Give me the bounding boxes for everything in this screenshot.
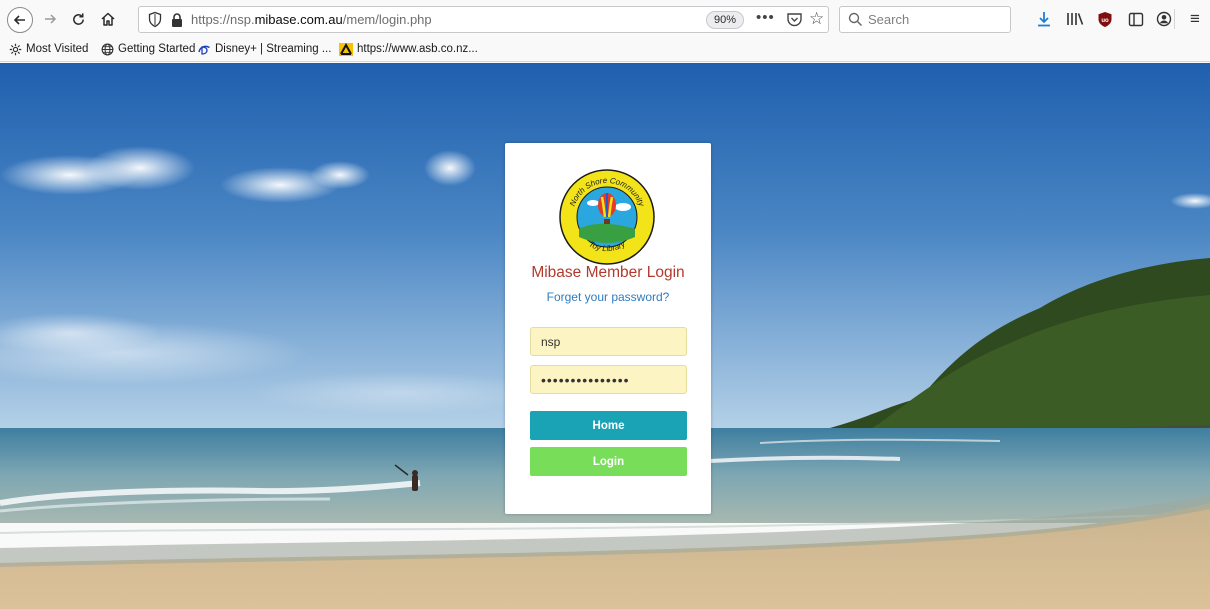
bookmark-asb[interactable]: https://www.asb.co.nz...: [339, 42, 478, 56]
forgot-password-link[interactable]: Forget your password?: [505, 290, 711, 304]
home-button[interactable]: Home: [530, 411, 687, 440]
url-prefix: https://nsp.: [191, 12, 255, 27]
download-button[interactable]: [1035, 10, 1053, 28]
sidebar-icon: [1128, 12, 1144, 26]
search-input[interactable]: [868, 10, 1008, 29]
svg-text:uo: uo: [1101, 18, 1109, 24]
url-bar[interactable]: https://nsp.mibase.com.au/mem/login.php …: [138, 6, 829, 33]
toolbar-separator: [1174, 9, 1175, 29]
url-text[interactable]: https://nsp.mibase.com.au/mem/login.php: [191, 12, 432, 27]
bookmark-disney[interactable]: Disney+ | Streaming ...: [197, 42, 331, 56]
account-button[interactable]: [1155, 10, 1173, 28]
disney-icon: [197, 42, 211, 56]
arrow-right-icon: [45, 14, 57, 24]
forward-button[interactable]: [40, 9, 60, 29]
gear-icon: [8, 42, 22, 56]
ublock-button[interactable]: uo: [1096, 10, 1114, 28]
reload-button[interactable]: [67, 8, 89, 30]
pocket-icon[interactable]: [786, 11, 803, 28]
library-button[interactable]: [1066, 10, 1084, 28]
page-content: North Shore Community Toy Library Mibase…: [0, 63, 1210, 609]
library-icon: [1067, 13, 1084, 25]
bookmark-getting-started[interactable]: Getting Started: [100, 42, 195, 56]
home-icon: [101, 12, 115, 26]
bookmark-label: https://www.asb.co.nz...: [357, 43, 478, 55]
url-domain: mibase.com.au: [254, 12, 343, 27]
login-title: Mibase Member Login: [531, 264, 685, 281]
password-field[interactable]: [530, 365, 687, 394]
home-toolbar-button[interactable]: [97, 8, 119, 30]
login-button[interactable]: Login: [530, 447, 687, 476]
bookmark-star-icon[interactable]: ☆: [809, 9, 824, 29]
toy-library-logo: North Shore Community Toy Library: [559, 169, 655, 265]
back-button[interactable]: [7, 7, 33, 33]
sidebar-button[interactable]: [1127, 10, 1145, 28]
search-bar[interactable]: [839, 6, 1011, 33]
arrow-left-icon: [13, 15, 25, 25]
menu-button[interactable]: ≡: [1186, 9, 1204, 28]
browser-toolbar: https://nsp.mibase.com.au/mem/login.php …: [0, 0, 1210, 38]
bookmark-label: Most Visited: [26, 43, 89, 55]
username-field[interactable]: [530, 327, 687, 356]
bookmark-label: Getting Started: [118, 43, 196, 55]
page-actions-icon[interactable]: •••: [756, 9, 775, 26]
bookmark-most-visited[interactable]: Most Visited: [8, 42, 88, 56]
download-icon: [1038, 12, 1050, 27]
lock-icon[interactable]: [170, 12, 184, 28]
account-icon: [1156, 11, 1172, 27]
zoom-badge[interactable]: 90%: [706, 11, 745, 29]
ublock-shield-icon: uo: [1098, 11, 1112, 27]
login-card: North Shore Community Toy Library Mibase…: [505, 143, 711, 514]
reload-icon: [72, 12, 84, 25]
search-icon: [848, 12, 863, 27]
bookmark-label: Disney+ | Streaming ...: [215, 43, 332, 55]
shield-icon[interactable]: [147, 11, 163, 28]
globe-icon: [100, 42, 114, 56]
url-path: /mem/login.php: [342, 12, 432, 27]
bookmarks-bar: Most Visited Getting Started Disney+ | S…: [0, 38, 1210, 62]
asb-icon: [339, 42, 353, 56]
